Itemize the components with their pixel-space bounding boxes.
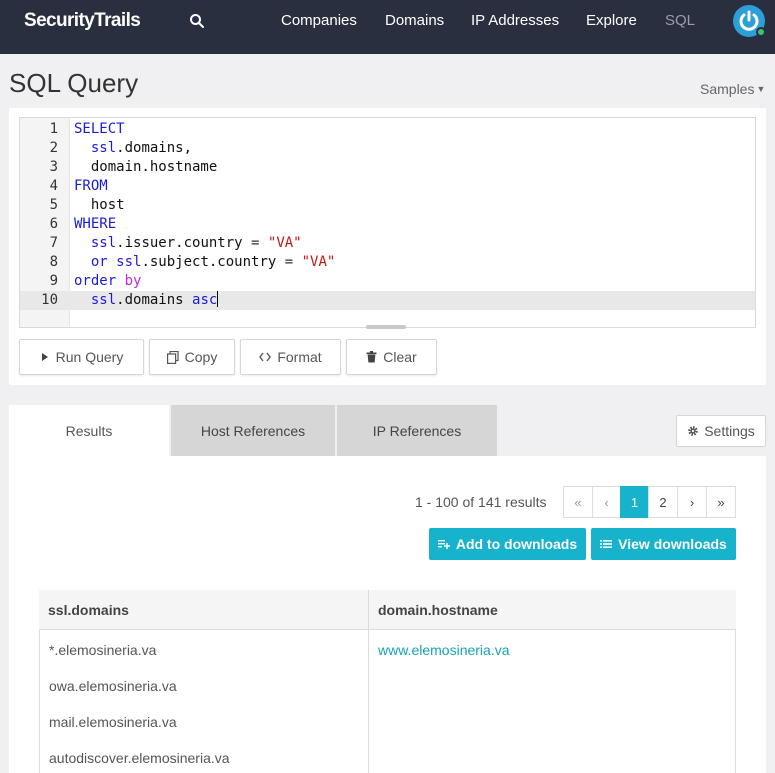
trash-icon (366, 351, 377, 363)
add-to-downloads-button[interactable]: Add to downloads (429, 528, 586, 560)
code-line-active: 10 ssl.domains asc (20, 291, 755, 310)
pager-page-1[interactable]: 1 (620, 486, 649, 518)
line-number: 5 (49, 197, 58, 213)
play-icon (41, 353, 48, 361)
code-text: domain.hostname (74, 159, 218, 175)
line-number: 4 (49, 178, 58, 194)
tab-results[interactable]: Results (9, 405, 169, 456)
table-cell: owa.elemosineria.va (49, 678, 177, 694)
editor-resize-handle[interactable] (366, 325, 406, 329)
code-text: WHERE (74, 216, 117, 232)
clear-label: Clear (383, 349, 417, 365)
code-text: ssl.issuer.country = "VA" (90, 235, 302, 251)
settings-label: Settings (704, 423, 755, 439)
table-cell: autodiscover.elemosineria.va (49, 750, 230, 766)
run-query-label: Run Query (55, 349, 124, 365)
code-text: SELECT (74, 121, 125, 137)
samples-label: Samples (700, 81, 755, 97)
run-query-button[interactable]: Run Query (19, 339, 144, 375)
text-cursor (217, 291, 219, 307)
nav-explore[interactable]: Explore (586, 12, 637, 29)
code-text: ssl.domains asc (90, 291, 219, 308)
table-cell: *.elemosineria.va (49, 642, 157, 658)
code-line: 9 order by (20, 272, 755, 291)
format-label: Format (277, 349, 322, 365)
view-downloads-label: View downloads (618, 536, 727, 552)
line-number: 8 (49, 254, 58, 270)
gear-icon (688, 426, 699, 436)
code-line: 3 domain.hostname (20, 158, 755, 177)
line-number: 7 (49, 235, 58, 251)
code-line: 7 ssl.issuer.country = "VA" (20, 234, 755, 253)
pager-page-2[interactable]: 2 (648, 486, 678, 518)
pager-next[interactable]: › (677, 486, 707, 518)
code-line: 4 FROM (20, 177, 755, 196)
clear-button[interactable]: Clear (346, 339, 437, 375)
pager-first[interactable]: « (563, 486, 593, 518)
nav-companies[interactable]: Companies (281, 12, 357, 29)
code-line: 5 host (20, 196, 755, 215)
copy-icon (166, 350, 179, 364)
list-icon (600, 540, 613, 548)
search-icon[interactable] (189, 13, 205, 29)
page-title: SQL Query (9, 68, 139, 98)
line-number: 1 (49, 121, 58, 137)
top-nav: SecurityTrails Companies Domains IP Addr… (0, 0, 775, 54)
format-button[interactable]: Format (240, 339, 341, 375)
nav-sql[interactable]: SQL (665, 12, 695, 29)
settings-button[interactable]: Settings (676, 415, 766, 447)
copy-label: Copy (184, 349, 218, 365)
line-number: 10 (41, 292, 58, 308)
column-divider (368, 590, 369, 773)
column-header-domain-hostname[interactable]: domain.hostname (369, 590, 736, 630)
pager-prev[interactable]: ‹ (592, 486, 621, 518)
code-text: or ssl.subject.country = "VA" (90, 254, 336, 270)
nav-ip-addresses[interactable]: IP Addresses (471, 12, 559, 29)
line-number: 3 (49, 159, 58, 175)
samples-dropdown[interactable]: Samples ▼ (700, 81, 765, 97)
tab-host-references[interactable]: Host References (171, 405, 335, 456)
playlist-add-icon (437, 540, 450, 549)
logo[interactable]: SecurityTrails (24, 10, 141, 32)
online-status-dot (756, 27, 766, 37)
hostname-link[interactable]: www.elemosineria.va (378, 642, 510, 658)
add-to-downloads-label: Add to downloads (455, 536, 578, 552)
column-header-ssl-domains[interactable]: ssl.domains (39, 590, 369, 630)
code-text: FROM (74, 178, 108, 194)
code-line: 8 or ssl.subject.country = "VA" (20, 253, 755, 272)
code-text: host (74, 197, 125, 213)
code-text: order by (74, 273, 142, 289)
table-cell: mail.elemosineria.va (49, 714, 177, 730)
nav-domains[interactable]: Domains (385, 12, 444, 29)
line-number: 6 (49, 216, 58, 232)
view-downloads-button[interactable]: View downloads (591, 528, 736, 560)
sql-editor[interactable]: 1 SELECT 2 ssl.domains, 3 domain.hostname… (19, 117, 756, 328)
code-line: 2 ssl.domains, (20, 139, 755, 158)
tab-ip-references[interactable]: IP References (337, 405, 497, 456)
line-number: 9 (49, 273, 58, 289)
code-line: 1 SELECT (20, 120, 755, 139)
copy-button[interactable]: Copy (149, 339, 235, 375)
caret-down-icon: ▼ (756, 84, 766, 94)
code-text: ssl.domains, (90, 140, 193, 156)
code-icon (259, 352, 272, 362)
pager-last[interactable]: » (706, 486, 736, 518)
line-number: 2 (49, 140, 58, 156)
code-line: 6 WHERE (20, 215, 755, 234)
results-count: 1 - 100 of 141 results (415, 494, 547, 510)
